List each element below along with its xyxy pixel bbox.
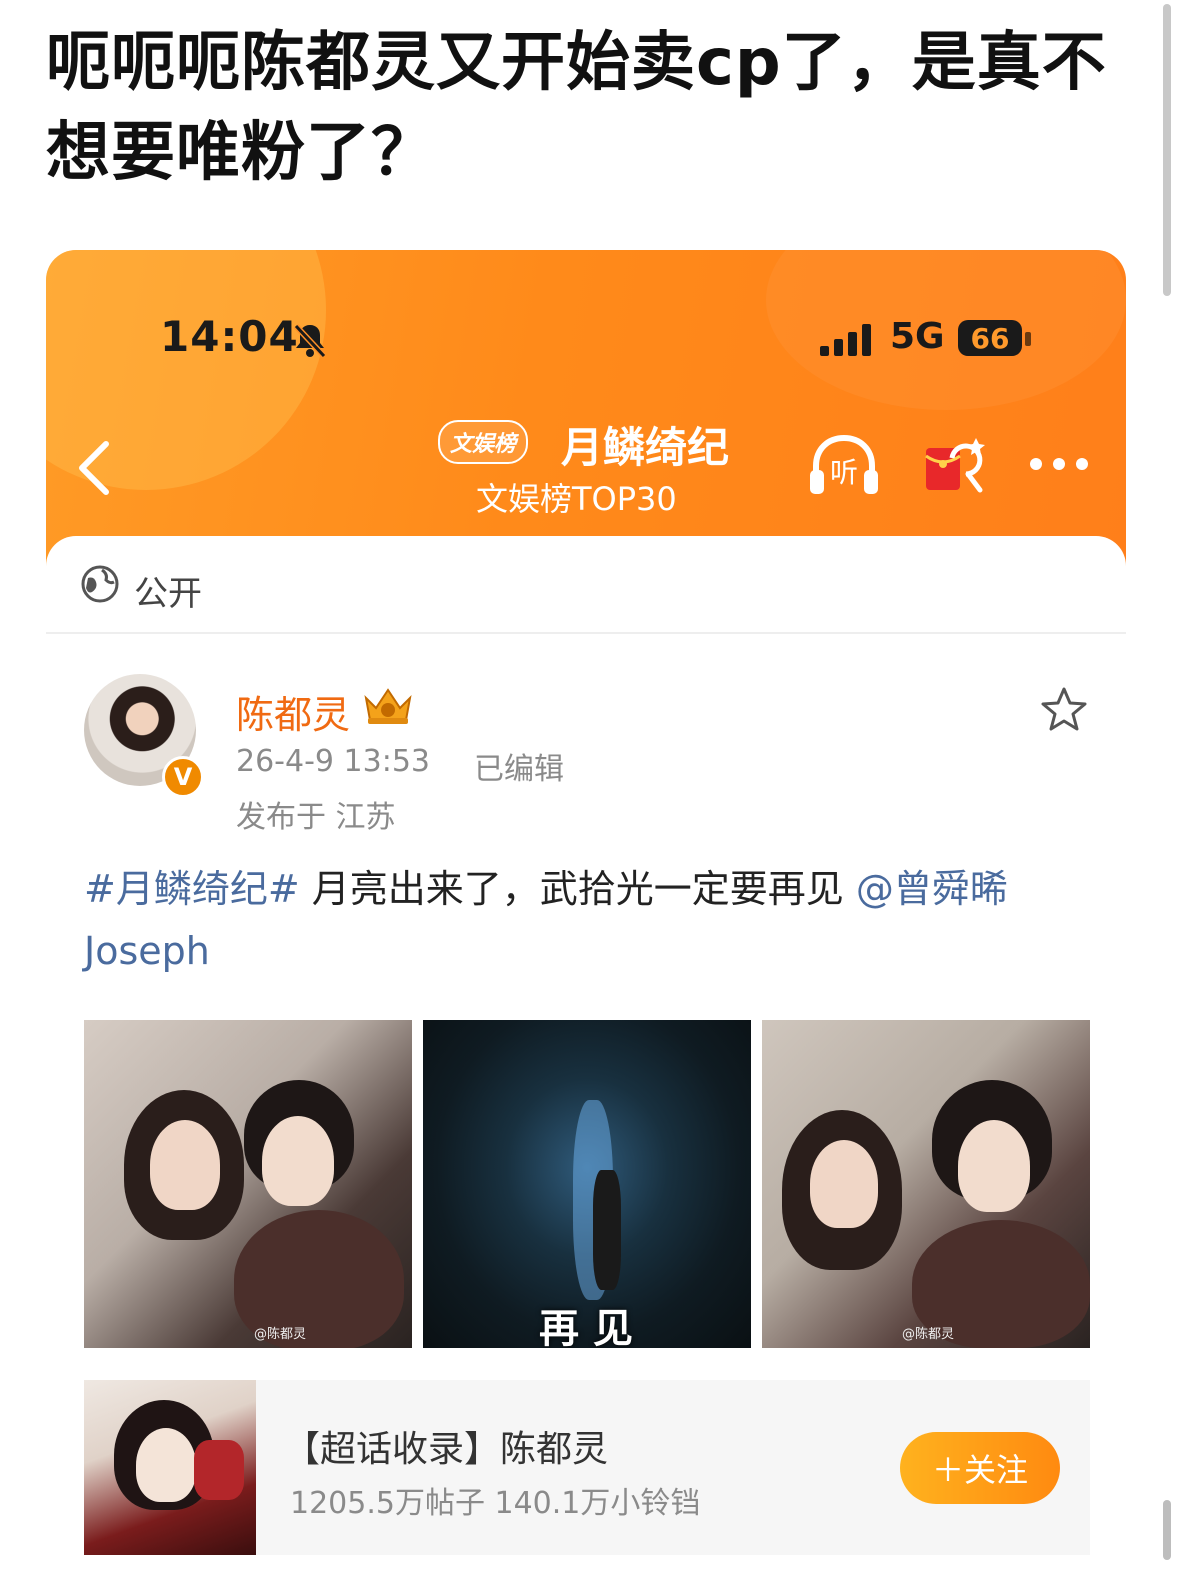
topic-header: 14:04 5G 66 文娱榜 月鳞绮纪 文娱榜TOP30 听 [46, 250, 1126, 570]
author-name[interactable]: 陈都灵 [236, 684, 350, 739]
visibility-label: 公开 [134, 574, 202, 614]
follow-button[interactable]: ＋关注 [900, 1432, 1060, 1504]
image-watermark: @陈都灵 [902, 1327, 955, 1342]
post-body: 月亮出来了，武拾光一定要再见 [299, 867, 856, 911]
page-scrollbar-bottom[interactable] [1163, 1500, 1171, 1560]
post-image-1[interactable]: @陈都灵 [84, 1020, 412, 1348]
favorite-star-icon[interactable] [1041, 686, 1087, 732]
post-text: #月鳞绮纪# 月亮出来了，武拾光一定要再见 @曾舜晞 Joseph [84, 858, 1084, 982]
supertopic-card[interactable]: 【超话收录】陈都灵 1205.5万帖子 140.1万小铃铛 ＋关注 [84, 1380, 1090, 1555]
post-image-3[interactable]: @陈都灵 [762, 1020, 1090, 1348]
hashtag-link[interactable]: #月鳞绮纪# [84, 867, 300, 911]
edited-label[interactable]: 已编辑 [474, 744, 564, 788]
image-caption: 再见 [539, 1306, 647, 1348]
status-time: 14:04 [160, 312, 299, 361]
verified-badge: V [162, 756, 204, 798]
supertopic-stats: 1205.5万帖子 140.1万小铃铛 [290, 1486, 701, 1521]
red-packet-search-icon[interactable] [922, 434, 986, 496]
more-icon[interactable] [1028, 456, 1090, 472]
globe-icon [81, 565, 119, 603]
crown-badge-icon [364, 688, 412, 724]
image-grid: @陈都灵 再见 @陈都灵 [84, 1020, 1090, 1348]
listen-headphones-icon[interactable]: 听 [808, 434, 880, 496]
supertopic-title: 【超话收录】陈都灵 [284, 1429, 609, 1470]
supertopic-cover-image [84, 1380, 256, 1555]
weibo-screenshot: 14:04 5G 66 文娱榜 月鳞绮纪 文娱榜TOP30 听 公开 V 陈都灵… [46, 250, 1126, 1575]
battery-cap [1025, 332, 1031, 346]
back-icon[interactable] [74, 438, 114, 498]
svg-text:听: 听 [830, 456, 858, 489]
post-image-2[interactable]: 再见 [423, 1020, 751, 1348]
topic-name[interactable]: 月鳞绮纪 [561, 414, 729, 475]
ranking-tag[interactable]: 文娱榜 [438, 420, 529, 464]
battery-indicator: 66 [958, 320, 1022, 356]
signal-icon [820, 324, 871, 356]
rank-subtitle[interactable]: 文娱榜TOP30 [476, 474, 677, 520]
image-watermark: @陈都灵 [254, 1327, 307, 1342]
page-scrollbar[interactable] [1163, 4, 1171, 296]
article-title: 呃呃呃陈都灵又开始卖cp了，是真不想要唯粉了？ [46, 26, 1107, 190]
post-location: 发布于 江苏 [236, 800, 396, 835]
post-time: 26-4-9 13:53 [236, 744, 430, 779]
visibility-bar: 公开 [46, 536, 1126, 634]
bell-muted-icon [293, 323, 327, 359]
network-label: 5G [890, 316, 945, 357]
